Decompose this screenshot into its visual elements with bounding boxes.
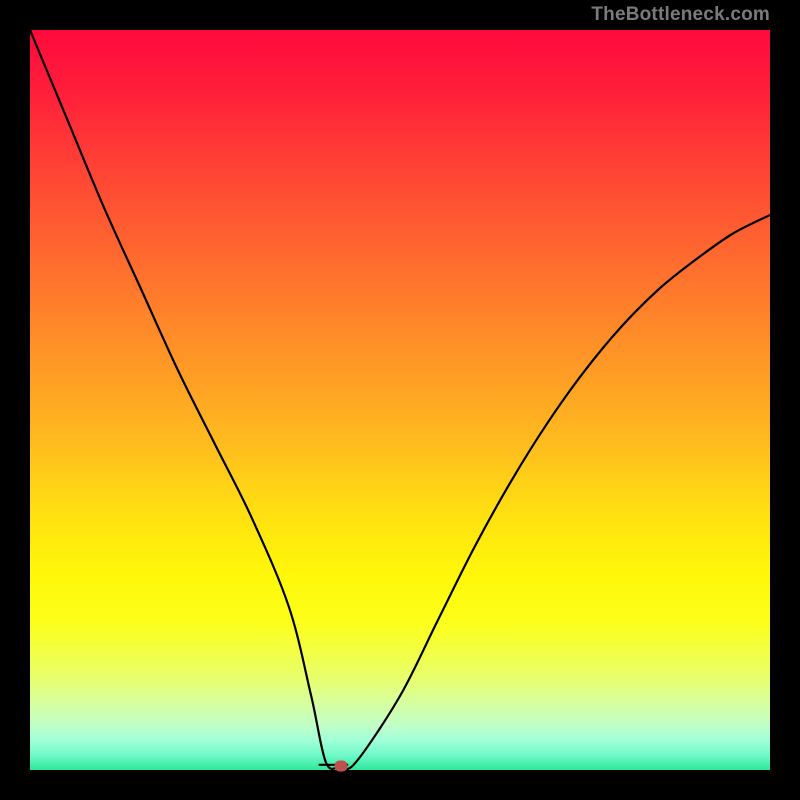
- minimum-marker: [334, 761, 347, 772]
- plot-area: [30, 30, 770, 770]
- curve-path: [30, 30, 770, 769]
- watermark-text: TheBottleneck.com: [591, 4, 770, 26]
- bottleneck-curve: [30, 30, 770, 770]
- chart-frame: TheBottleneck.com: [0, 0, 800, 800]
